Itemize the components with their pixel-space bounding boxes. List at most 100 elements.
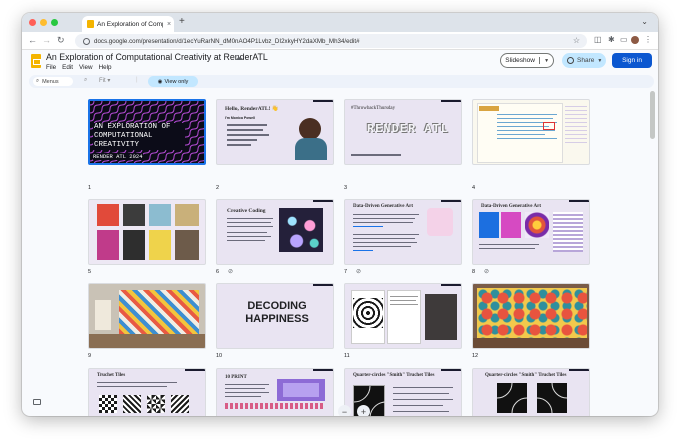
maze-image-inner bbox=[283, 383, 319, 397]
art-photo bbox=[175, 230, 199, 260]
slides-favicon-icon bbox=[87, 20, 94, 28]
slide-thumb-7[interactable]: Data-Driven Generative Art bbox=[344, 199, 462, 265]
slide-thumb-16[interactable]: Quarter-circles "Smith" Truchet Tiles bbox=[472, 368, 590, 416]
minimize-window-icon[interactable] bbox=[40, 19, 47, 26]
slide-thumb-6[interactable]: Creative Coding bbox=[216, 199, 334, 265]
menu-file[interactable]: File bbox=[46, 64, 56, 71]
slide-number-7: 7 bbox=[344, 269, 348, 275]
body-line bbox=[225, 384, 269, 385]
vertical-scrollbar[interactable] bbox=[650, 91, 655, 139]
cloud-status-icon[interactable]: ☁ bbox=[235, 53, 243, 62]
slide-thumb-1[interactable]: AN EXPLORATION OF COMPUTATIONAL CREATIVI… bbox=[88, 99, 206, 165]
body-line bbox=[225, 396, 261, 397]
slideshow-dropdown-icon[interactable]: ▼ bbox=[540, 58, 553, 64]
slide-number-4: 4 bbox=[472, 185, 476, 191]
content-line bbox=[497, 134, 545, 135]
cast-icon[interactable]: ◫ bbox=[594, 35, 602, 44]
quarter-circle-arcs bbox=[496, 382, 528, 414]
zoom-controls: − + bbox=[338, 405, 370, 416]
tab-search-chevron-icon[interactable]: ⌄ bbox=[641, 17, 648, 26]
fit-dropdown-icon[interactable]: Fit ▾ bbox=[99, 77, 110, 84]
speaker-photo-body bbox=[295, 138, 327, 160]
share-button[interactable]: Share ▼ bbox=[562, 53, 606, 68]
tile-grid bbox=[171, 395, 189, 413]
zoom-out-icon[interactable]: − bbox=[338, 405, 351, 416]
menu-help[interactable]: Help bbox=[99, 64, 112, 71]
sidebar-icon[interactable]: ▭ bbox=[620, 35, 628, 44]
slide-8-title: Data-Driven Generative Art bbox=[481, 204, 541, 209]
close-tab-icon[interactable]: × bbox=[167, 21, 171, 28]
slide-thumb-13[interactable]: Truchet Tiles bbox=[88, 368, 206, 416]
slide-1-title: AN EXPLORATION OF COMPUTATIONAL CREATIVI… bbox=[93, 123, 185, 150]
sign-in-button[interactable]: Sign in bbox=[612, 53, 652, 68]
zoom-icon[interactable]: ⌕ bbox=[84, 77, 87, 84]
speaker-notes-link-icon[interactable]: ⊘ bbox=[484, 268, 489, 275]
slide-thumb-10[interactable]: DECODING HAPPINESS bbox=[216, 283, 334, 349]
slide-thumb-9[interactable] bbox=[88, 283, 206, 349]
browser-tab[interactable]: An Exploration of Computational × bbox=[82, 16, 174, 32]
art-photo bbox=[175, 204, 199, 226]
site-info-icon[interactable] bbox=[83, 37, 90, 45]
new-tab-icon[interactable]: + bbox=[179, 16, 185, 27]
slide-3-title: #ThrowbackThursday bbox=[351, 106, 396, 111]
slide-thumb-2[interactable]: Hello, RenderATL! 👋 I'm Monica Powell bbox=[216, 99, 334, 165]
art-photo bbox=[149, 204, 171, 226]
body-line bbox=[227, 226, 273, 227]
maximize-window-icon[interactable] bbox=[51, 19, 58, 26]
art-photo bbox=[149, 230, 171, 260]
slide-thumb-11[interactable] bbox=[344, 283, 462, 349]
slide-14-title: 10 PRINT bbox=[225, 375, 247, 380]
slide-2-subtitle: I'm Monica Powell bbox=[225, 116, 256, 120]
zoom-in-icon[interactable]: + bbox=[357, 405, 370, 416]
view-only-label: View only bbox=[164, 78, 189, 85]
slide-thumb-4[interactable] bbox=[472, 99, 590, 165]
slide-thumb-3[interactable]: #ThrowbackThursday RENDER ATL bbox=[344, 99, 462, 165]
slide-7-title: Data-Driven Generative Art bbox=[353, 204, 413, 209]
photo-print bbox=[425, 294, 457, 340]
menu-view[interactable]: View bbox=[79, 64, 93, 71]
slide-thumb-12[interactable] bbox=[472, 283, 590, 349]
share-label: Share bbox=[577, 57, 595, 64]
body-line bbox=[227, 218, 273, 219]
body-line bbox=[97, 382, 177, 383]
body-line bbox=[225, 392, 269, 393]
profile-avatar[interactable] bbox=[631, 36, 639, 44]
corner-decoration bbox=[313, 369, 333, 379]
address-bar[interactable]: docs.google.com/presentation/d/1ecYuRarN… bbox=[75, 34, 587, 48]
menu-edit[interactable]: Edit bbox=[62, 64, 73, 71]
quarter-circle-tile bbox=[496, 382, 528, 414]
content-line bbox=[497, 118, 553, 119]
filmstrip-toggle-icon[interactable] bbox=[33, 399, 41, 405]
extensions-icon[interactable]: ✱ bbox=[608, 35, 615, 44]
speaker-notes-link-icon[interactable]: ⊘ bbox=[228, 268, 233, 275]
view-only-badge[interactable]: ◉ View only bbox=[148, 76, 198, 87]
page-text bbox=[390, 304, 418, 305]
slide-thumb-8[interactable]: Data-Driven Generative Art bbox=[472, 199, 590, 265]
forward-icon[interactable]: → bbox=[42, 35, 51, 45]
art-magenta bbox=[501, 212, 521, 238]
slide-number-1: 1 bbox=[88, 185, 92, 191]
reload-icon[interactable]: ↻ bbox=[57, 35, 65, 46]
close-window-icon[interactable] bbox=[29, 19, 36, 26]
corner-decoration bbox=[441, 369, 461, 379]
museum-floor bbox=[473, 338, 589, 348]
bookmark-star-icon[interactable]: ☆ bbox=[573, 36, 580, 45]
menus-search[interactable]: ⌕ Menus bbox=[33, 77, 73, 86]
slideshow-label[interactable]: Slideshow bbox=[501, 57, 541, 64]
quote-line bbox=[353, 234, 419, 235]
bullet-line bbox=[393, 405, 443, 406]
more-menu-icon[interactable]: ⋮ bbox=[644, 35, 652, 44]
quote-line bbox=[353, 238, 415, 239]
slide-thumb-5[interactable] bbox=[88, 199, 206, 265]
slideshow-button[interactable]: Slideshow ▼ bbox=[500, 53, 554, 68]
slide-6-title: Creative Coding bbox=[227, 208, 266, 214]
corner-decoration bbox=[313, 100, 333, 110]
slide-number-8: 8 bbox=[472, 269, 476, 275]
speaker-notes-link-icon[interactable]: ⊘ bbox=[356, 268, 361, 275]
quote-line bbox=[353, 222, 413, 223]
back-icon[interactable]: ← bbox=[28, 35, 37, 45]
browser-toolbar: ← → ↻ docs.google.com/presentation/d/1ec… bbox=[22, 32, 658, 50]
slides-logo-icon[interactable] bbox=[31, 54, 41, 68]
slide-thumb-14[interactable]: 10 PRINT bbox=[216, 368, 334, 416]
code-snippet bbox=[225, 403, 325, 409]
